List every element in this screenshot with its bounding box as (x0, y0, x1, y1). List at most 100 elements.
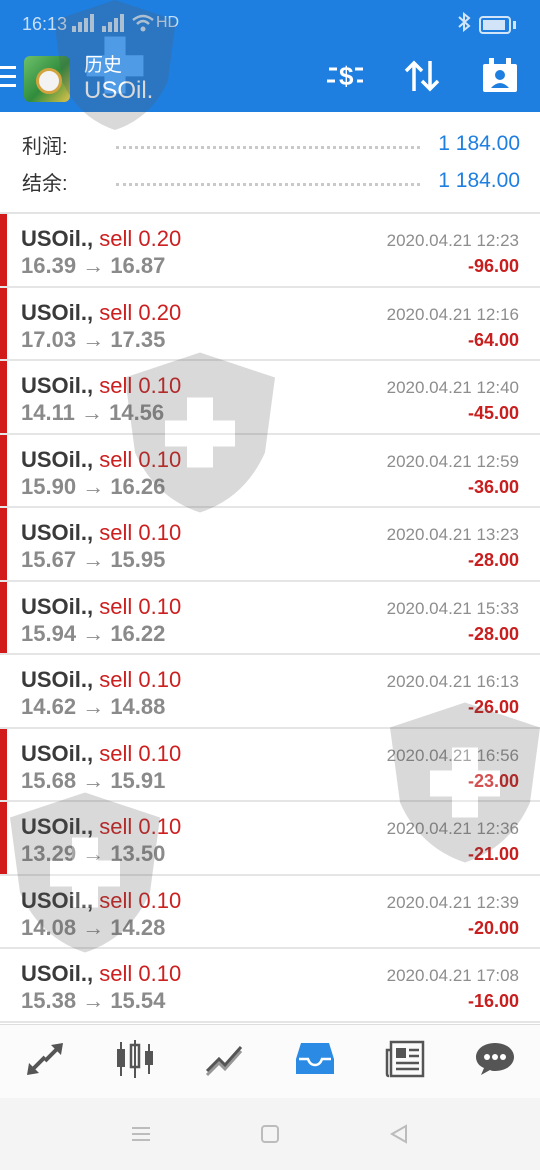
trade-datetime: 2020.04.21 15:33 (386, 598, 519, 618)
symbol-text: USOil., (21, 887, 94, 913)
trade-profit: -28.00 (467, 623, 519, 644)
nav-chart[interactable] (195, 1032, 255, 1092)
loss-marker (0, 508, 7, 580)
page-title[interactable]: USOil. (84, 77, 153, 105)
open-price: 15.94 (21, 620, 77, 646)
trade-profit: -26.00 (467, 697, 519, 717)
trade-datetime: 2020.04.21 12:39 (386, 892, 519, 912)
trade-history-list: USOil., sell 0.20 16.39 → 16.87 2020.04.21… (0, 214, 540, 1023)
trade-row[interactable]: USOil., sell 0.10 14.62 → 14.88 2020.04.21… (0, 655, 540, 729)
trade-side: sell 0.10 (99, 593, 182, 619)
deposit-icon[interactable]: $ (325, 58, 365, 94)
symbol-text: USOil., (21, 446, 94, 472)
status-right (457, 11, 516, 37)
trade-symbol: USOil., sell 0.10 (21, 594, 181, 620)
trade-side: sell 0.10 (99, 446, 182, 472)
nav-quotes[interactable] (105, 1032, 165, 1092)
symbol-text: USOil., (21, 373, 94, 398)
trade-symbol: USOil., sell 0.10 (21, 961, 181, 987)
open-price: 16.39 (21, 253, 77, 278)
loss-marker (0, 434, 7, 506)
trade-datetime: 2020.04.21 12:36 (386, 819, 519, 838)
trade-symbol: USOil., sell 0.10 (21, 667, 181, 693)
trade-prices: 14.62 → 14.88 (21, 694, 165, 720)
trade-row[interactable]: USOil., sell 0.10 15.38 → 15.54 2020.04.21… (0, 949, 540, 1023)
trade-row[interactable]: USOil., sell 0.10 14.11 → 14.56 2020.04.21… (0, 361, 540, 435)
arrow-right-icon: → (82, 473, 105, 499)
symbol-text: USOil., (21, 520, 94, 545)
page-subtitle: 历史 (84, 55, 123, 76)
trade-row[interactable]: USOil., sell 0.10 15.67 → 15.95 2020.04.21… (0, 508, 540, 582)
inbox-history-icon (295, 1041, 335, 1082)
close-price: 14.56 (109, 400, 165, 425)
wifi-icon (132, 14, 154, 35)
trade-datetime: 2020.04.21 12:23 (386, 231, 519, 250)
trade-prices: 15.38 → 15.54 (21, 988, 165, 1014)
calendar-period-icon[interactable] (480, 58, 520, 94)
trade-row[interactable]: USOil., sell 0.20 16.39 → 16.87 2020.04.21… (0, 214, 540, 288)
profit-value: 1 184.00 (438, 132, 520, 155)
balance-label: 结余: (22, 172, 68, 195)
nav-trade[interactable] (15, 1032, 75, 1092)
close-price: 16.22 (110, 620, 166, 646)
trade-datetime: 2020.04.21 12:40 (386, 378, 519, 397)
symbol-text: USOil., (21, 226, 94, 251)
trade-side: sell 0.10 (99, 961, 182, 986)
nav-history[interactable] (285, 1032, 345, 1092)
back-icon[interactable] (384, 1120, 414, 1148)
open-price: 15.68 (21, 767, 77, 793)
symbol-text: USOil., (21, 814, 94, 839)
trade-side: sell 0.20 (99, 226, 182, 251)
dotted-leader (116, 145, 421, 149)
symbol-text: USOil., (21, 299, 94, 325)
account-summary: 利润: 1 184.00 结余: 1 184.00 (0, 112, 540, 214)
trade-row[interactable]: USOil., sell 0.10 14.08 → 14.28 2020.04.21… (0, 875, 540, 949)
sort-icon[interactable] (402, 58, 442, 94)
trade-datetime: 2020.04.21 12:59 (386, 451, 519, 471)
battery-icon (479, 15, 511, 34)
trade-side: sell 0.10 (99, 520, 182, 545)
symbol-text: USOil., (21, 593, 94, 619)
close-price: 17.35 (110, 326, 166, 352)
trade-prices: 15.67 → 15.95 (21, 547, 165, 573)
trade-symbol: USOil., sell 0.20 (21, 300, 181, 326)
open-price: 14.08 (21, 914, 77, 940)
trade-prices: 14.08 → 14.28 (21, 915, 165, 941)
trade-symbol: USOil., sell 0.10 (21, 447, 181, 473)
trade-row[interactable]: USOil., sell 0.20 17.03 → 17.35 2020.04.21… (0, 287, 540, 361)
news-icon (385, 1040, 425, 1083)
dotted-leader (116, 182, 421, 186)
menu-icon[interactable] (0, 66, 16, 88)
battery-tip-icon (513, 20, 516, 29)
arrow-right-icon: → (82, 547, 105, 572)
trade-prices: 15.94 → 16.22 (21, 621, 165, 647)
signal-4g-icon (72, 14, 98, 35)
arrow-right-icon: → (82, 620, 105, 646)
trade-symbol: USOil., sell 0.10 (21, 520, 181, 546)
trade-arrows-icon (25, 1041, 65, 1082)
home-icon[interactable] (255, 1120, 285, 1148)
trade-profit: -36.00 (467, 476, 519, 497)
trade-row[interactable]: USOil., sell 0.10 15.94 → 16.22 2020.04.21… (0, 581, 540, 655)
open-price: 15.67 (21, 547, 77, 572)
status-time: 16:13 (22, 14, 68, 34)
recent-apps-icon[interactable] (126, 1120, 156, 1148)
trade-symbol: USOil., sell 0.20 (21, 226, 181, 252)
arrow-right-icon: → (82, 988, 105, 1013)
app-logo (24, 56, 70, 102)
trade-row[interactable]: USOil., sell 0.10 15.90 → 16.26 2020.04.21… (0, 434, 540, 508)
loss-marker (0, 287, 7, 359)
chat-icon (475, 1041, 515, 1082)
open-price: 17.03 (21, 326, 77, 352)
nav-news[interactable] (375, 1032, 435, 1092)
trade-row[interactable]: USOil., sell 0.10 15.68 → 15.91 2020.04.21… (0, 728, 540, 802)
loss-marker (0, 214, 7, 286)
nav-chat[interactable] (465, 1032, 525, 1092)
arrow-right-icon: → (80, 400, 103, 425)
trade-prices: 15.90 → 16.26 (21, 474, 165, 500)
trade-profit: -23.00 (467, 770, 519, 791)
trade-row[interactable]: USOil., sell 0.10 13.29 → 13.50 2020.04.21… (0, 802, 540, 876)
loss-marker (0, 581, 7, 653)
symbol-text: USOil., (21, 961, 94, 986)
close-price: 13.50 (110, 841, 166, 866)
